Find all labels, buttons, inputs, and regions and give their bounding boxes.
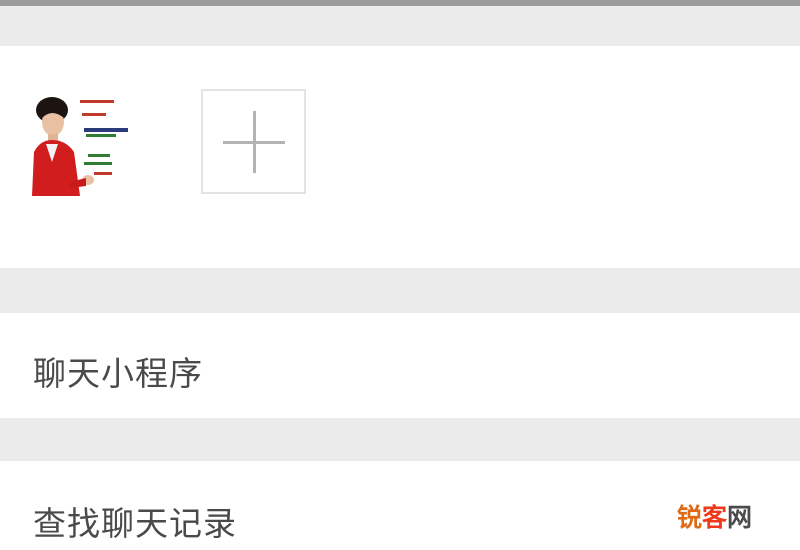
contact-avatar-icon[interactable]: [30, 92, 136, 196]
watermark-logo: 锐客网: [677, 498, 752, 534]
section-gap: [0, 268, 800, 313]
section-gap: [0, 6, 800, 46]
search-chat-history-label: 查找聊天记录: [33, 504, 237, 543]
section-gap: [0, 418, 800, 461]
watermark-char-1: 锐: [676, 503, 702, 532]
chat-mini-program-label: 聊天小程序: [33, 354, 203, 393]
watermark-char-2: 客: [701, 503, 727, 532]
add-member-button[interactable]: [201, 89, 306, 194]
watermark-char-3: 网: [726, 503, 752, 532]
chat-mini-program-row[interactable]: 聊天小程序: [0, 313, 800, 418]
plus-icon-vertical: [253, 111, 256, 173]
avatar-image: [30, 92, 136, 196]
